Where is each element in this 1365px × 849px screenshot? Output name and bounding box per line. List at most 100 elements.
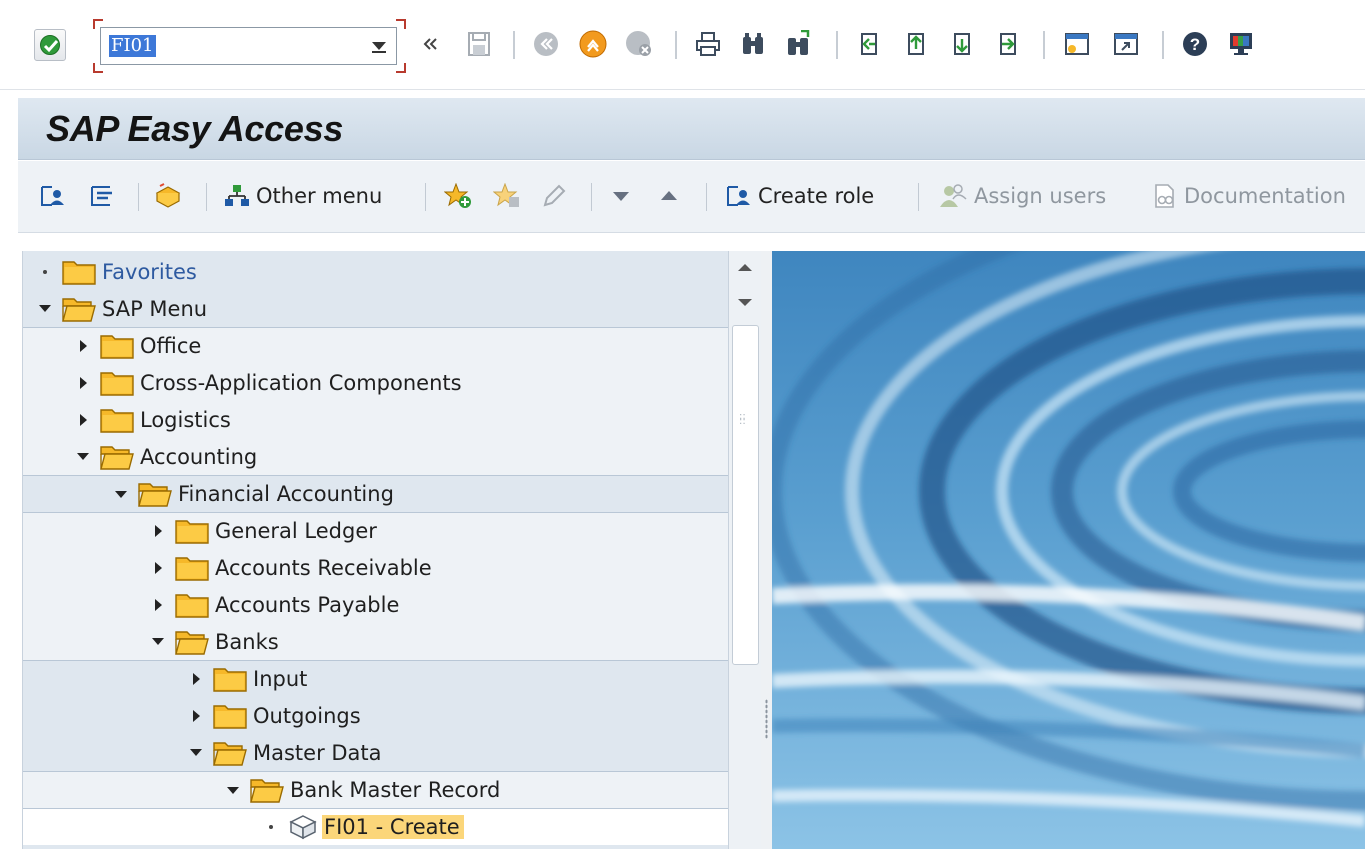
tree-node-bank-master-record[interactable]: Bank Master Record xyxy=(23,771,729,808)
expanded-arrow-icon[interactable] xyxy=(114,487,128,501)
expanded-arrow-icon[interactable] xyxy=(189,746,203,760)
folder-icon xyxy=(213,666,247,692)
add-to-favorites-button[interactable] xyxy=(444,181,472,211)
tree-node-general-ledger[interactable]: General Ledger xyxy=(23,512,729,549)
other-menu-button[interactable]: Other menu xyxy=(224,181,382,211)
collapsed-arrow-icon[interactable] xyxy=(151,524,165,538)
back-icon[interactable] xyxy=(531,26,561,62)
documentation-icon xyxy=(1155,184,1174,208)
expanded-arrow-icon[interactable] xyxy=(151,635,165,649)
tree-node-label: Office xyxy=(140,334,202,358)
move-favorite-down-button[interactable] xyxy=(610,181,632,211)
tree-node-fi01-create[interactable]: FI01 - Create xyxy=(23,808,729,845)
change-favorite-button[interactable] xyxy=(541,181,567,211)
sap-business-workplace-button[interactable] xyxy=(154,181,182,211)
application-toolbar: Other menu Create role Assign users Docu… xyxy=(18,161,1365,233)
tree-node-sap-menu[interactable]: SAP Menu xyxy=(23,290,729,327)
customize-layout-icon[interactable] xyxy=(1226,26,1256,62)
bullet-icon xyxy=(38,265,52,279)
tree-node-accounts-payable[interactable]: Accounts Payable xyxy=(23,586,729,623)
expanded-arrow-icon[interactable] xyxy=(38,302,52,316)
collapsed-arrow-icon[interactable] xyxy=(151,561,165,575)
folder-icon xyxy=(175,518,209,544)
tree-node-outgoings[interactable]: Outgoings xyxy=(23,697,729,734)
next-page-icon[interactable] xyxy=(947,26,977,62)
bullet-icon xyxy=(264,820,278,834)
create-session-icon[interactable] xyxy=(1062,26,1092,62)
tree-node-label: Banks xyxy=(215,629,279,654)
shortcut-icon[interactable] xyxy=(1111,26,1141,62)
create-role-label: Create role xyxy=(758,184,875,208)
command-field[interactable]: FI01 xyxy=(100,27,397,65)
exit-icon[interactable] xyxy=(578,26,608,62)
folder-icon xyxy=(100,370,134,396)
pane-splitter[interactable] xyxy=(761,251,772,849)
hierarchy-icon xyxy=(225,185,249,206)
expanded-arrow-icon[interactable] xyxy=(76,450,90,464)
tree-scrollbar[interactable]: :::: xyxy=(728,251,761,849)
documentation-label: Documentation xyxy=(1184,184,1346,208)
transaction-cube-icon xyxy=(289,815,317,840)
tree-node-input[interactable]: Input xyxy=(23,660,729,697)
create-role-button[interactable]: Create role xyxy=(726,181,874,211)
last-page-icon[interactable] xyxy=(993,26,1023,62)
page-title: SAP Easy Access xyxy=(46,108,344,149)
tree-node-label: Cross-Application Components xyxy=(140,370,462,395)
collapsed-arrow-icon[interactable] xyxy=(76,339,90,353)
folder-icon xyxy=(100,333,134,359)
find-next-icon[interactable] xyxy=(784,26,814,62)
collapsed-arrow-icon[interactable] xyxy=(151,598,165,612)
tree-node-favorites[interactable]: Favorites xyxy=(23,253,729,290)
collapsed-arrow-icon[interactable] xyxy=(76,413,90,427)
tree-node-label: Accounting xyxy=(140,444,258,469)
tree-node-logistics[interactable]: Logistics xyxy=(23,401,729,438)
delete-favorite-button[interactable] xyxy=(493,181,521,211)
pencil-icon xyxy=(543,184,566,207)
assign-users-button[interactable]: Assign users xyxy=(938,181,1106,211)
folder-icon xyxy=(175,592,209,618)
triangle-up-icon xyxy=(661,191,677,200)
users-icon xyxy=(940,184,967,207)
move-favorite-up-button[interactable] xyxy=(658,181,680,211)
collapsed-arrow-icon[interactable] xyxy=(189,709,203,723)
tree-node-master-data[interactable]: Master Data xyxy=(23,734,729,771)
previous-page-icon[interactable] xyxy=(901,26,931,62)
documentation-button[interactable]: Documentation xyxy=(1152,181,1346,211)
scroll-up-icon[interactable] xyxy=(738,264,752,271)
navigation-tree: Favorites SAP Menu Office Cross-Applicat… xyxy=(22,251,729,849)
tree-node-label: General Ledger xyxy=(215,519,377,543)
first-page-icon[interactable] xyxy=(854,26,884,62)
command-history-dropdown-icon[interactable] xyxy=(372,42,386,53)
tree-node-cross-application-components[interactable]: Cross-Application Components xyxy=(23,364,729,401)
folder-open-icon xyxy=(138,481,172,507)
tree-node-financial-accounting[interactable]: Financial Accounting xyxy=(23,475,729,512)
command-field-value[interactable]: FI01 xyxy=(109,35,156,57)
water-ripple-image xyxy=(772,251,1365,849)
tree-node-label: FI01 - Create xyxy=(322,815,464,839)
collapsed-arrow-icon[interactable] xyxy=(76,376,90,390)
tree-node-accounting[interactable]: Accounting xyxy=(23,438,729,475)
user-menu-icon xyxy=(41,186,64,206)
business-workplace-icon xyxy=(155,183,181,208)
user-menu-button[interactable] xyxy=(40,181,66,211)
find-icon[interactable] xyxy=(738,26,768,62)
double-left-icon[interactable] xyxy=(416,26,446,62)
collapsed-arrow-icon[interactable] xyxy=(189,672,203,686)
tree-node-office[interactable]: Office xyxy=(23,327,729,364)
sap-menu-button[interactable] xyxy=(90,181,116,211)
print-icon[interactable] xyxy=(693,26,723,62)
save-icon[interactable] xyxy=(464,26,494,62)
add-favorite-icon xyxy=(444,183,471,208)
help-icon[interactable]: ? xyxy=(1180,26,1210,62)
scrollbar-thumb[interactable] xyxy=(732,325,759,665)
folder-open-icon xyxy=(213,740,247,766)
splitter-grip-icon xyxy=(765,699,768,739)
expanded-arrow-icon[interactable] xyxy=(226,783,240,797)
tree-node-banks[interactable]: Banks xyxy=(23,623,729,660)
command-field-focus: FI01 xyxy=(93,19,406,73)
scroll-down-icon[interactable] xyxy=(738,299,752,306)
enter-button[interactable] xyxy=(34,29,66,61)
tree-node-label: Bank Master Record xyxy=(290,778,501,802)
cancel-icon[interactable] xyxy=(624,26,654,62)
tree-node-accounts-receivable[interactable]: Accounts Receivable xyxy=(23,549,729,586)
